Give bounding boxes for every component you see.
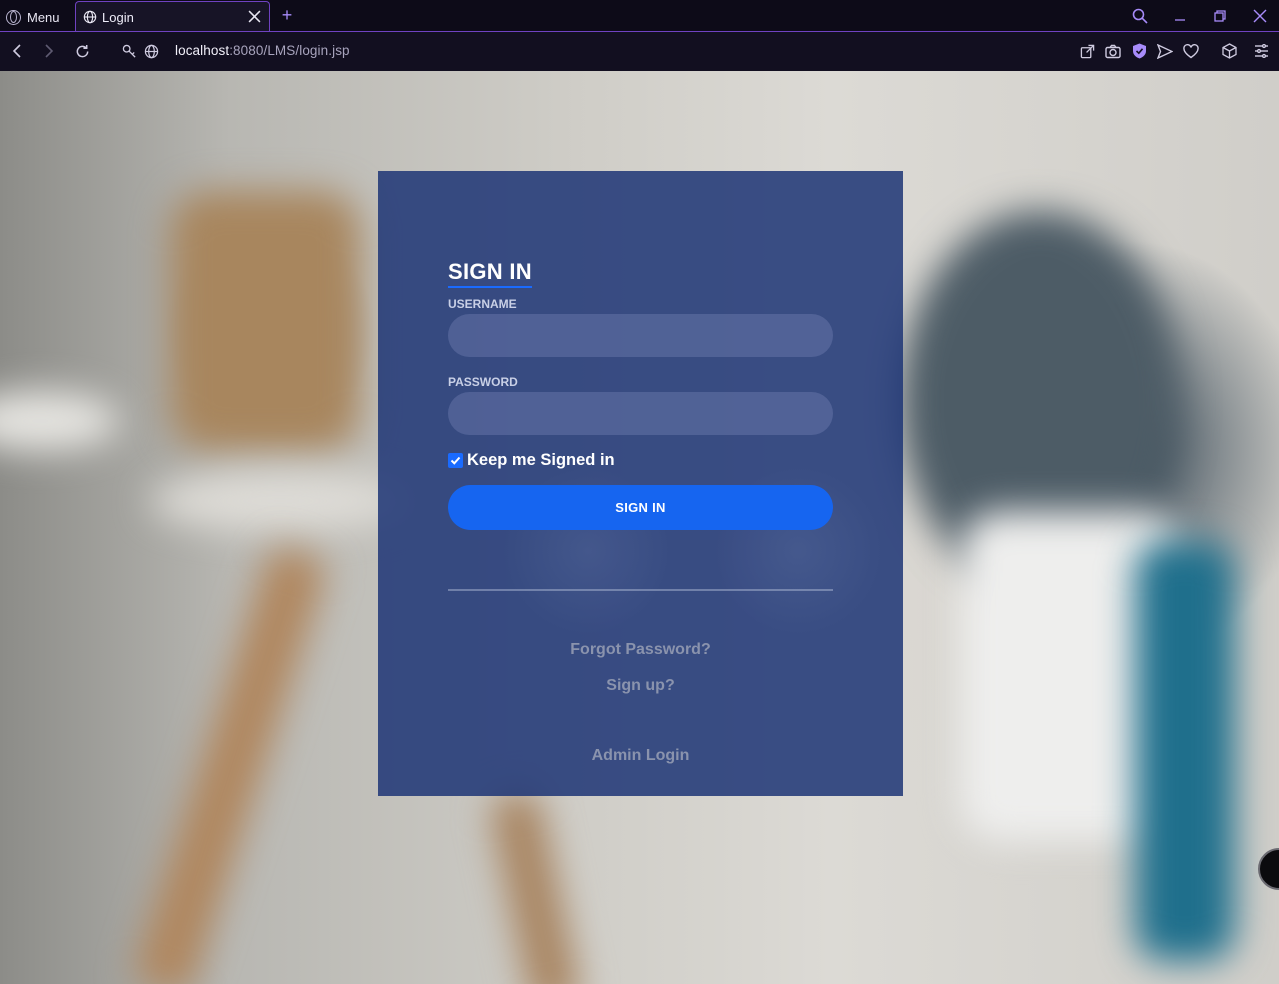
site-info-globe-icon[interactable] [142,42,160,60]
password-label: PASSWORD [448,375,518,389]
tab-title: Login [102,9,134,25]
background-chair-leg [487,788,583,984]
browser-menu-button[interactable]: Menu [6,7,60,27]
extensions-cube-icon[interactable] [1220,42,1238,60]
password-input[interactable] [448,392,833,435]
background-basket [170,191,360,451]
sign-in-button[interactable]: SIGN IN [448,485,833,530]
username-label: USERNAME [448,297,517,311]
sign-in-title: SIGN IN [448,259,532,288]
background-towel [1135,541,1235,961]
login-page-background: SIGN IN USERNAME PASSWORD Keep me Signed… [0,71,1279,984]
forward-icon[interactable] [40,42,58,60]
vpn-shield-icon[interactable] [1130,42,1148,60]
minimize-icon[interactable] [1170,6,1190,26]
key-icon[interactable] [120,42,138,60]
browser-tab-login[interactable]: Login [75,1,270,32]
url-path: :8080/LMS/login.jsp [229,43,350,58]
reload-icon[interactable] [73,42,91,60]
camera-snapshot-icon[interactable] [1104,42,1122,60]
checkmark-icon [450,456,461,465]
background-shelf [0,391,120,451]
sidebar-toggle-handle[interactable] [1258,848,1279,890]
sign-up-link[interactable]: Sign up? [378,677,903,695]
address-bar: localhost:8080/LMS/login.jsp [0,32,1279,71]
easy-setup-menu-icon[interactable] [1252,42,1270,60]
background-chair-leg [130,542,330,984]
form-divider [448,589,833,591]
login-card: SIGN IN USERNAME PASSWORD Keep me Signed… [378,171,903,796]
browser-menu-label: Menu [27,9,60,25]
new-tab-button[interactable]: + [279,6,295,24]
close-tab-icon[interactable] [248,10,261,23]
url-host: localhost [175,43,230,58]
keep-signed-in-checkbox[interactable] [448,453,463,468]
keep-signed-in-row[interactable]: Keep me Signed in [448,451,615,470]
globe-icon [83,10,97,24]
send-icon[interactable] [1156,42,1174,60]
share-icon[interactable] [1078,42,1096,60]
back-icon[interactable] [8,42,26,60]
close-window-icon[interactable] [1250,6,1270,26]
browser-tab-bar: Menu Login + [0,0,1279,32]
admin-login-link[interactable]: Admin Login [378,747,903,765]
heart-icon[interactable] [1182,42,1200,60]
forgot-password-link[interactable]: Forgot Password? [378,641,903,659]
username-input[interactable] [448,314,833,357]
background-chair-seat [150,471,410,531]
opera-logo-icon [6,9,21,25]
restore-icon[interactable] [1210,6,1230,26]
url-field[interactable]: localhost:8080/LMS/login.jsp [175,43,350,58]
keep-signed-in-label: Keep me Signed in [467,451,615,469]
search-tabs-icon[interactable] [1130,6,1150,26]
